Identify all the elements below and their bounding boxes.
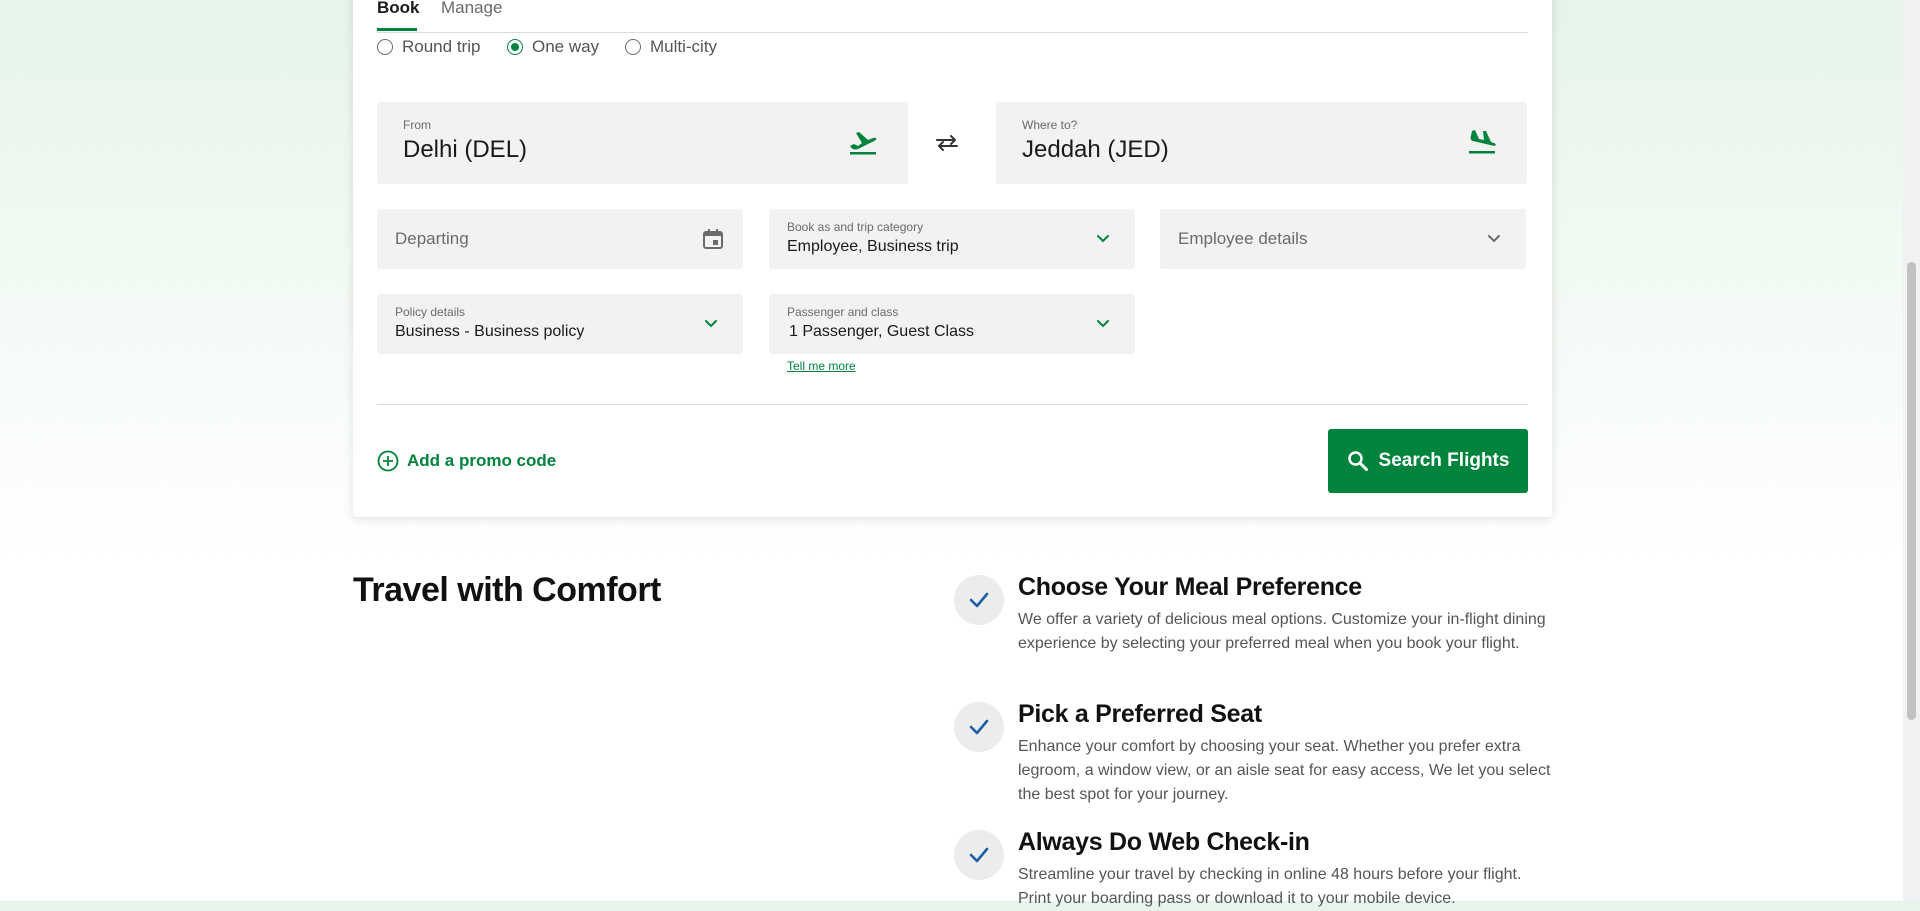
booking-tabs: Book Manage <box>377 0 1528 33</box>
radio-label: Multi-city <box>650 37 718 56</box>
booking-card: Book Manage Round trip One way Multi-cit… <box>353 0 1552 517</box>
checkmark-icon <box>954 575 1004 625</box>
chevron-down-icon <box>1486 232 1502 250</box>
employee-placeholder: Employee details <box>1178 229 1308 248</box>
feature-description: Streamline your travel by checking in on… <box>1018 866 1522 907</box>
from-label: From <box>403 118 431 132</box>
tab-book[interactable]: Book <box>377 0 420 18</box>
search-icon <box>1347 451 1368 471</box>
feature-description: We offer a variety of delicious meal opt… <box>1018 611 1546 652</box>
active-tab-indicator <box>377 28 417 31</box>
plus-circle-icon <box>377 450 399 472</box>
add-promo-code-button[interactable]: Add a promo code <box>377 450 556 472</box>
tell-me-more-link[interactable]: Tell me more <box>787 359 856 373</box>
book-as-label: Book as and trip category <box>787 220 924 234</box>
swap-arrows-icon[interactable] <box>931 130 963 156</box>
chevron-down-icon <box>1095 317 1111 335</box>
to-value: Jeddah (JED) <box>1022 136 1169 163</box>
feature-title: Choose Your Meal Preference <box>1018 573 1362 601</box>
employee-details-dropdown[interactable]: Employee details <box>1160 209 1526 269</box>
from-field[interactable]: From Delhi (DEL) <box>377 102 908 184</box>
passenger-label: Passenger and class <box>787 305 899 319</box>
chevron-down-icon <box>1095 232 1111 250</box>
passenger-value: 1 Passenger, Guest Class <box>789 323 974 340</box>
tab-manage[interactable]: Manage <box>441 0 502 18</box>
plane-takeoff-icon <box>848 130 878 161</box>
radio-circle <box>377 39 393 55</box>
departing-field[interactable]: Departing <box>377 209 743 269</box>
passenger-class-dropdown[interactable]: Passenger and class 1 Passenger, Guest C… <box>769 294 1135 354</box>
radio-multi-city[interactable]: Multi-city <box>625 37 717 57</box>
search-flights-button[interactable]: Search Flights <box>1328 429 1528 493</box>
radio-one-way[interactable]: One way <box>507 37 599 57</box>
radio-circle-selected <box>507 39 523 55</box>
divider <box>377 404 1528 405</box>
policy-details-dropdown[interactable]: Policy details Business - Business polic… <box>377 294 743 354</box>
radio-label: Round trip <box>402 37 481 56</box>
book-as-dropdown[interactable]: Book as and trip category Employee, Busi… <box>769 209 1135 269</box>
policy-label: Policy details <box>395 305 466 319</box>
plane-landing-icon <box>1467 128 1497 161</box>
calendar-icon <box>702 228 724 255</box>
policy-value: Business - Business policy <box>395 323 585 340</box>
from-value: Delhi (DEL) <box>403 136 528 163</box>
to-field[interactable]: Where to? Jeddah (JED) <box>996 102 1527 184</box>
checkmark-icon <box>954 702 1004 752</box>
to-label: Where to? <box>1022 118 1078 132</box>
vertical-scrollbar[interactable] <box>1903 0 1920 901</box>
search-flights-label: Search Flights <box>1378 450 1510 471</box>
radio-label: One way <box>532 37 600 56</box>
promo-label: Add a promo code <box>407 451 557 470</box>
departing-placeholder: Departing <box>395 229 469 248</box>
feature-description: Enhance your comfort by choosing your se… <box>1018 738 1551 803</box>
chevron-down-icon <box>703 317 719 335</box>
radio-round-trip[interactable]: Round trip <box>377 37 480 57</box>
section-title: Travel with Comfort <box>353 571 661 609</box>
checkmark-icon <box>954 830 1004 880</box>
scrollbar-thumb[interactable] <box>1907 262 1916 720</box>
book-as-value: Employee, Business trip <box>787 238 959 255</box>
radio-circle <box>625 39 641 55</box>
feature-title: Always Do Web Check-in <box>1018 828 1310 856</box>
feature-title: Pick a Preferred Seat <box>1018 700 1262 728</box>
